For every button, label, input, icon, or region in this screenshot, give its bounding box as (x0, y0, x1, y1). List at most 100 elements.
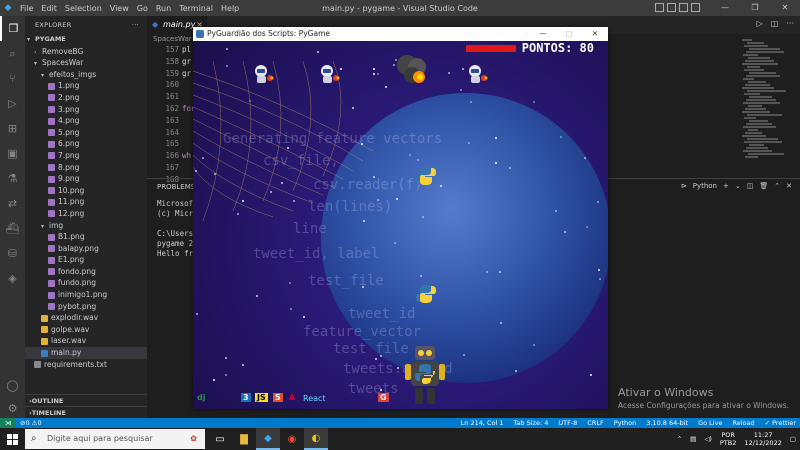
tree-folder[interactable]: ▾ SpacesWar (25, 57, 147, 69)
pygame-minimize-button[interactable]: — (530, 27, 556, 41)
toggle-secondary-sidebar-icon[interactable] (679, 3, 688, 12)
status-item[interactable]: CRLF (587, 418, 603, 428)
start-button[interactable] (0, 428, 24, 450)
problems-count[interactable]: ⊘0 ⚠0 (20, 418, 42, 428)
extensions-icon[interactable]: ⊞ (0, 116, 25, 141)
pygame-close-button[interactable]: ✕ (582, 27, 608, 41)
tree-folder[interactable]: › RemoveBG (25, 46, 147, 58)
database-icon[interactable]: ⛁ (0, 241, 25, 266)
tree-file[interactable]: 4.png (25, 115, 147, 127)
minimap[interactable] (742, 38, 787, 178)
tree-folder[interactable]: ▾ img (25, 220, 147, 232)
minimize-button[interactable]: — (710, 0, 740, 16)
menu-item-help[interactable]: Help (221, 4, 239, 13)
run-python-icon[interactable]: ▷ (757, 19, 763, 28)
status-item[interactable]: 3.10.8 64-bit (646, 418, 688, 428)
timeline-section[interactable]: ›TIMELINE (25, 406, 147, 418)
tree-file[interactable]: laser.wav (25, 335, 147, 347)
pygame-window-taskbar-icon[interactable]: ◐ (304, 428, 328, 450)
vscode-taskbar-icon[interactable]: ◆ (256, 428, 280, 450)
menu-item-terminal[interactable]: Terminal (179, 4, 213, 13)
toggle-sidebar-icon[interactable] (655, 3, 664, 12)
tree-file[interactable]: 2.png (25, 92, 147, 104)
maximize-panel-icon[interactable]: ⌃ (774, 182, 780, 190)
toggle-panel-icon[interactable] (667, 3, 676, 12)
menu-item-edit[interactable]: Edit (41, 4, 57, 13)
terminal-shell-label[interactable]: Python (693, 182, 717, 190)
game-canvas[interactable]: Generating feature vectors csv_file, csv.r… (193, 41, 608, 409)
kill-terminal-icon[interactable]: 🗑 (759, 182, 768, 190)
tree-file[interactable]: fondo.png (25, 266, 147, 278)
system-clock[interactable]: 11:27 12/12/2022 (744, 431, 781, 447)
menu-item-run[interactable]: Run (156, 4, 171, 13)
status-item[interactable]: Tab Size: 4 (514, 418, 549, 428)
tree-file[interactable]: pybot.png (25, 301, 147, 313)
close-panel-icon[interactable]: ✕ (786, 182, 792, 190)
explorer-icon[interactable]: ❐ (0, 16, 25, 41)
terminal-output[interactable]: Microsoft (c) Micro C:\Users\ pygame 2. Hell… (157, 199, 198, 259)
account-icon[interactable]: ◯ (0, 373, 25, 398)
stack-icon[interactable]: ◈ (0, 266, 25, 291)
customize-layout-icon[interactable] (691, 3, 700, 12)
tree-file[interactable]: 8.png (25, 162, 147, 174)
menu-item-go[interactable]: Go (137, 4, 148, 13)
tree-file[interactable]: 9.png (25, 173, 147, 185)
tree-file[interactable]: B1.png (25, 231, 147, 243)
remote-explorer-icon[interactable]: ▣ (0, 141, 25, 166)
new-terminal-icon[interactable]: + (723, 182, 729, 190)
panel-tab-problems[interactable]: PROBLEMS (157, 183, 195, 191)
docker-icon[interactable]: ⛴ (0, 216, 25, 241)
status-item[interactable]: Go Live (698, 418, 722, 428)
tree-file[interactable]: E1.png (25, 254, 147, 266)
tree-file[interactable]: main.py (25, 347, 147, 359)
language-indicator[interactable]: POR PTB2 (720, 431, 737, 447)
outline-section[interactable]: ›OUTLINE (25, 394, 147, 406)
tree-folder[interactable]: ▾ efeitos_imgs (25, 69, 147, 81)
task-view-icon[interactable]: ▭ (208, 428, 232, 450)
live-share-icon[interactable]: ⇄ (0, 191, 25, 216)
split-terminal-icon[interactable]: ◫ (747, 182, 754, 190)
status-item[interactable]: Python (614, 418, 637, 428)
menu-item-selection[interactable]: Selection (65, 4, 102, 13)
tray-overflow-icon[interactable]: ⌃ (677, 435, 682, 443)
status-item[interactable]: ✓ Prettier (765, 418, 796, 428)
terminal-dropdown-icon[interactable]: ⌄ (735, 182, 741, 190)
tree-file[interactable]: 11.png (25, 196, 147, 208)
file-explorer-icon[interactable]: ▇ (232, 428, 256, 450)
status-item[interactable]: Reload (732, 418, 754, 428)
remote-indicator-icon[interactable]: ⋊ (0, 418, 16, 428)
tree-file[interactable]: golpe.wav (25, 324, 147, 336)
close-button[interactable]: ✕ (770, 0, 800, 16)
tree-file[interactable]: inimigo1.png (25, 289, 147, 301)
chrome-icon[interactable]: ◉ (280, 428, 304, 450)
tree-file[interactable]: 1.png (25, 80, 147, 92)
breadcrumb[interactable]: SpacesWar (153, 35, 192, 43)
taskbar-search-input[interactable]: ⌕ Digite aqui para pesquisar ✿ (25, 429, 205, 449)
maximize-button[interactable]: ❐ (740, 0, 770, 16)
tree-file[interactable]: 10.png (25, 185, 147, 197)
network-icon[interactable]: ▤ (690, 435, 696, 443)
tree-file[interactable]: 6.png (25, 138, 147, 150)
search-icon[interactable]: ⌕ (0, 41, 25, 66)
notification-icon[interactable]: ▢ (790, 435, 796, 443)
tree-file[interactable]: requirements.txt (25, 359, 147, 371)
source-control-icon[interactable]: ⑂ (0, 66, 25, 91)
split-editor-icon[interactable]: ◫ (771, 19, 779, 28)
menu-item-file[interactable]: File (20, 4, 33, 13)
testing-icon[interactable]: ⚗ (0, 166, 25, 191)
status-item[interactable]: UTF-8 (558, 418, 577, 428)
more-actions-icon[interactable]: ··· (132, 16, 139, 34)
tree-file[interactable]: 3.png (25, 104, 147, 116)
volume-icon[interactable]: ◁) (704, 435, 712, 443)
menu-item-view[interactable]: View (110, 4, 129, 13)
workspace-root[interactable]: ▾ PYGAME (25, 34, 147, 46)
tree-file[interactable]: fundo.png (25, 277, 147, 289)
tree-file[interactable]: explodir.wav (25, 312, 147, 324)
status-item[interactable]: Ln 214, Col 1 (461, 418, 504, 428)
editor-more-icon[interactable]: ··· (786, 19, 794, 28)
tree-file[interactable]: 7.png (25, 150, 147, 162)
tree-file[interactable]: balapy.png (25, 243, 147, 255)
run-debug-icon[interactable]: ▷ (0, 91, 25, 116)
tree-file[interactable]: 5.png (25, 127, 147, 139)
tree-file[interactable]: 12.png (25, 208, 147, 220)
